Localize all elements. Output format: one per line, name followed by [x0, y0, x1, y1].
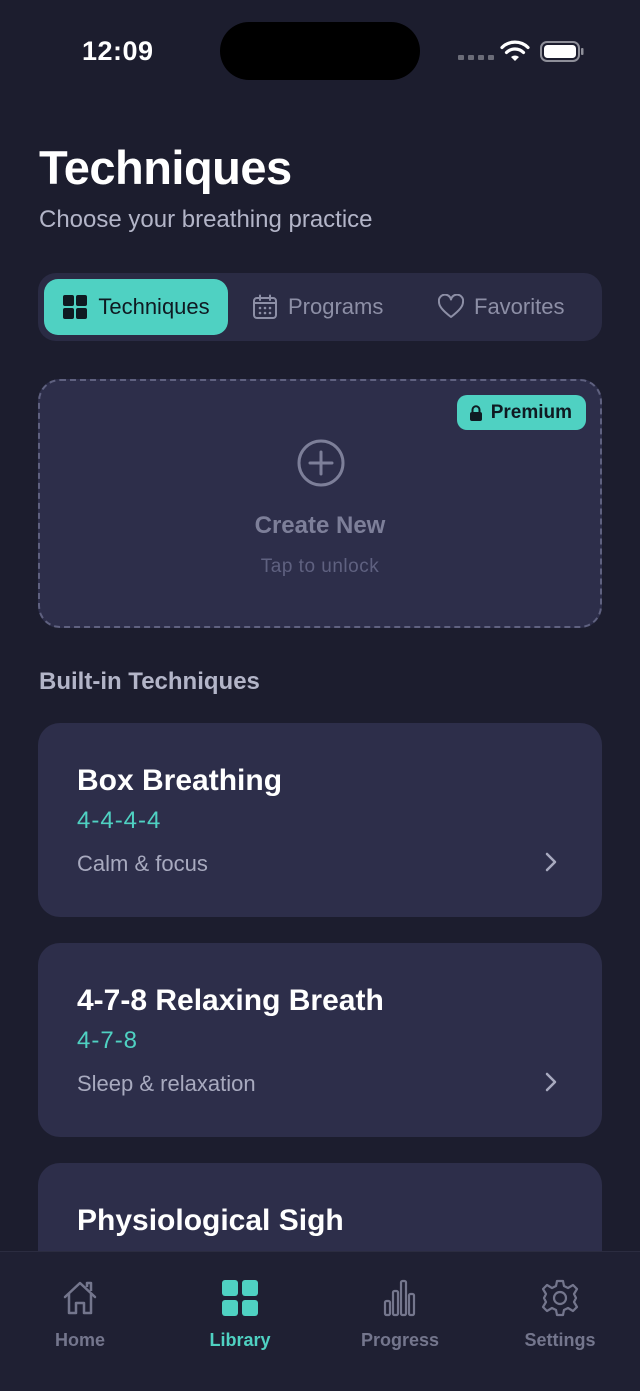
section-header: Built-in Techniques: [39, 668, 260, 695]
status-bar: 12:09: [0, 0, 640, 100]
heart-icon: [438, 294, 464, 318]
tab-favorites-label: Favorites: [474, 294, 565, 319]
chevron-right-icon: [545, 852, 557, 872]
create-new-title: Create New: [254, 512, 386, 539]
technique-card-box-breathing[interactable]: Box Breathing 4-4-4-4 Calm & focus: [38, 723, 602, 917]
chevron-right-icon: [545, 1072, 557, 1092]
tab-favorites[interactable]: Favorites: [438, 279, 564, 335]
tab-settings[interactable]: Settings: [480, 1278, 640, 1351]
battery-icon: [540, 41, 584, 62]
tab-progress-label: Progress: [360, 1330, 440, 1350]
tab-techniques[interactable]: Techniques: [44, 279, 228, 335]
technique-card-478[interactable]: 4-7-8 Relaxing Breath 4-7-8 Sleep & rela…: [38, 943, 602, 1137]
plus-circle-icon: [297, 439, 345, 487]
tab-home-label: Home: [54, 1330, 105, 1350]
page-title: Techniques: [39, 141, 292, 194]
tab-programs[interactable]: Programs: [252, 279, 383, 335]
status-time: 12:09: [82, 36, 154, 66]
calendar-icon: [253, 294, 277, 319]
page-subtitle: Choose your breathing practice: [39, 206, 373, 233]
create-new-subtitle: Tap to unlock: [260, 556, 380, 577]
tab-home[interactable]: Home: [0, 1278, 160, 1351]
gear-icon: [541, 1279, 579, 1317]
technique-name: 4-7-8 Relaxing Breath: [77, 984, 384, 1017]
cellular-signal-icon: [458, 55, 494, 60]
technique-description: Calm & focus: [77, 851, 208, 876]
home-icon: [63, 1281, 97, 1315]
bar-chart-icon: [383, 1279, 416, 1317]
tab-progress[interactable]: Progress: [320, 1278, 480, 1351]
technique-name: Box Breathing: [77, 764, 283, 797]
technique-pattern: 4-4-4-4: [77, 807, 162, 834]
lock-icon: [469, 404, 482, 421]
technique-description: Sleep & relaxation: [77, 1071, 256, 1096]
tab-library-label: Library: [209, 1330, 271, 1350]
premium-badge: Premium: [456, 395, 586, 430]
technique-pattern: 4-7-8: [77, 1027, 139, 1054]
tab-settings-label: Settings: [524, 1330, 596, 1350]
technique-name: Physiological Sigh: [77, 1204, 344, 1237]
premium-badge-label: Premium: [490, 401, 572, 423]
tab-techniques-label: Techniques: [98, 294, 210, 319]
create-new-card[interactable]: Premium Create New Tap to unlock: [38, 379, 602, 628]
dynamic-island: [220, 22, 420, 80]
tab-programs-label: Programs: [288, 294, 384, 319]
wifi-icon: [500, 40, 530, 61]
grid-icon: [63, 295, 88, 319]
segmented-control: Techniques Programs Favorites: [38, 273, 602, 341]
tab-bar: Home Library Progress Settings: [0, 1251, 640, 1391]
library-grid-icon: [222, 1280, 258, 1316]
tab-library[interactable]: Library: [160, 1278, 320, 1351]
